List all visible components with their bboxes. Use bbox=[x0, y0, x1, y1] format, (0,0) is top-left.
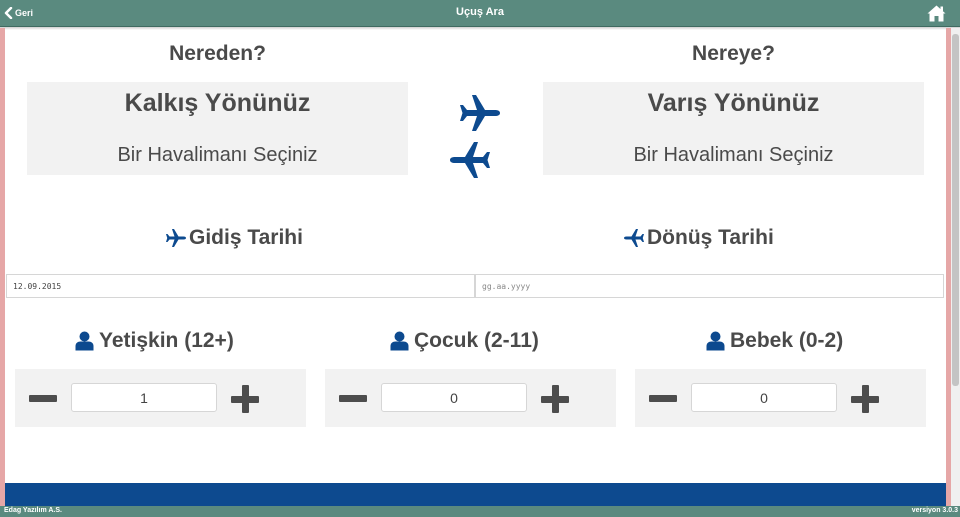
swap-direction-button[interactable] bbox=[458, 91, 502, 135]
adult-passenger-label: Yetişkin (12+) bbox=[75, 329, 234, 353]
page-title: Uçuş Ara bbox=[456, 6, 504, 18]
home-icon bbox=[927, 5, 946, 22]
return-date-label: Dönüş Tarihi bbox=[623, 226, 774, 250]
plane-left-icon bbox=[450, 142, 490, 178]
adult-count-input[interactable] bbox=[71, 383, 217, 412]
user-icon bbox=[75, 331, 94, 351]
child-increment-button[interactable] bbox=[541, 385, 569, 413]
infant-increment-button[interactable] bbox=[851, 385, 879, 413]
left-edge-strip bbox=[0, 28, 5, 506]
infant-count-input[interactable] bbox=[691, 383, 837, 412]
departure-date-input[interactable] bbox=[6, 274, 475, 298]
child-passenger-label: Çocuk (2-11) bbox=[390, 329, 539, 353]
infant-decrement-button[interactable] bbox=[649, 395, 677, 402]
child-passenger-stepper bbox=[325, 369, 616, 427]
infant-passenger-stepper bbox=[635, 369, 926, 427]
destination-title: Varış Yönünüz bbox=[647, 89, 820, 117]
child-passenger-label-text: Çocuk (2-11) bbox=[414, 329, 539, 352]
company-name: Edag Yazılım A.S. bbox=[4, 507, 62, 514]
adult-decrement-button[interactable] bbox=[29, 395, 57, 402]
origin-heading: Nereden? bbox=[169, 42, 266, 65]
origin-subtitle: Bir Havalimanı Seçiniz bbox=[117, 144, 318, 166]
adult-increment-button[interactable] bbox=[231, 385, 259, 413]
child-count-input[interactable] bbox=[381, 383, 527, 412]
header-shadow bbox=[0, 27, 960, 30]
search-flights-bar[interactable] bbox=[5, 483, 946, 506]
infant-passenger-label-text: Bebek (0-2) bbox=[730, 329, 844, 352]
footer-bar: Edag Yazılım A.S. versiyon 3.0.3 bbox=[0, 506, 960, 517]
plane-right-icon bbox=[460, 95, 500, 131]
swap-direction-button-return[interactable] bbox=[448, 138, 492, 182]
user-icon bbox=[390, 331, 409, 351]
destination-heading: Nereye? bbox=[692, 42, 775, 65]
origin-airport-selector[interactable]: Kalkış Yönünüz Bir Havalimanı Seçiniz bbox=[27, 82, 408, 175]
adult-passenger-label-text: Yetişkin (12+) bbox=[99, 329, 234, 352]
home-button[interactable] bbox=[927, 5, 946, 22]
adult-passenger-stepper bbox=[15, 369, 306, 427]
destination-subtitle: Bir Havalimanı Seçiniz bbox=[633, 144, 834, 166]
origin-title: Kalkış Yönünüz bbox=[124, 89, 311, 117]
app-version: versiyon 3.0.3 bbox=[911, 507, 958, 514]
top-bar: Geri Uçuş Ara bbox=[0, 0, 960, 27]
return-date-label-text: Dönüş Tarihi bbox=[647, 226, 774, 249]
departure-date-label: Gidiş Tarihi bbox=[165, 226, 303, 250]
return-date-input[interactable] bbox=[475, 274, 944, 298]
plane-icon bbox=[166, 229, 186, 247]
departure-date-label-text: Gidiş Tarihi bbox=[189, 226, 303, 249]
plane-icon bbox=[624, 229, 644, 247]
infant-passenger-label: Bebek (0-2) bbox=[706, 329, 843, 353]
child-decrement-button[interactable] bbox=[339, 395, 367, 402]
destination-airport-selector[interactable]: Varış Yönünüz Bir Havalimanı Seçiniz bbox=[543, 82, 924, 175]
user-icon bbox=[706, 331, 725, 351]
scrollbar-thumb[interactable] bbox=[952, 34, 959, 386]
